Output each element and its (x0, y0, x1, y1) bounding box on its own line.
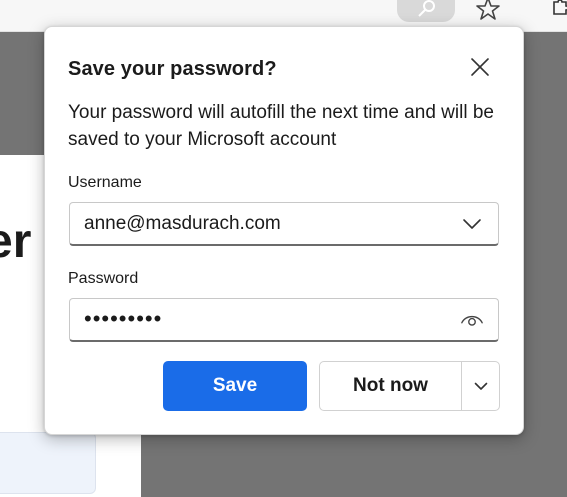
password-key-button[interactable] (397, 0, 455, 22)
page-heading: er (0, 215, 32, 268)
reveal-password-button[interactable] (460, 309, 484, 331)
chevron-down-icon (463, 219, 481, 229)
password-field[interactable]: ••••••••• (69, 298, 499, 342)
save-password-dialog: Save your password? Your password will a… (44, 26, 524, 435)
not-now-split-button: Not now (319, 361, 500, 411)
save-button[interactable]: Save (163, 361, 307, 411)
not-now-button[interactable]: Not now (320, 362, 462, 410)
username-label: Username (68, 174, 142, 191)
password-label: Password (68, 270, 139, 287)
favorite-button[interactable] (458, 0, 518, 22)
dialog-title: Save your password? (68, 58, 277, 80)
extensions-button[interactable] (540, 0, 567, 22)
username-dropdown-button[interactable] (460, 213, 484, 235)
chevron-down-icon (474, 382, 487, 390)
password-value: ••••••••• (84, 306, 163, 331)
close-icon (471, 58, 489, 76)
more-options-button[interactable] (462, 362, 499, 410)
page-input-box (0, 432, 96, 494)
puzzle-icon (553, 0, 567, 15)
star-icon (476, 0, 500, 20)
username-value: anne@masdurach.com (84, 213, 281, 234)
key-icon (418, 0, 435, 17)
eye-icon (461, 315, 483, 326)
close-button[interactable] (468, 55, 492, 79)
dialog-description: Your password will autofill the next tim… (68, 102, 494, 150)
username-field[interactable]: anne@masdurach.com (69, 202, 499, 246)
screen: er Save your password? Your password wil… (0, 0, 567, 497)
